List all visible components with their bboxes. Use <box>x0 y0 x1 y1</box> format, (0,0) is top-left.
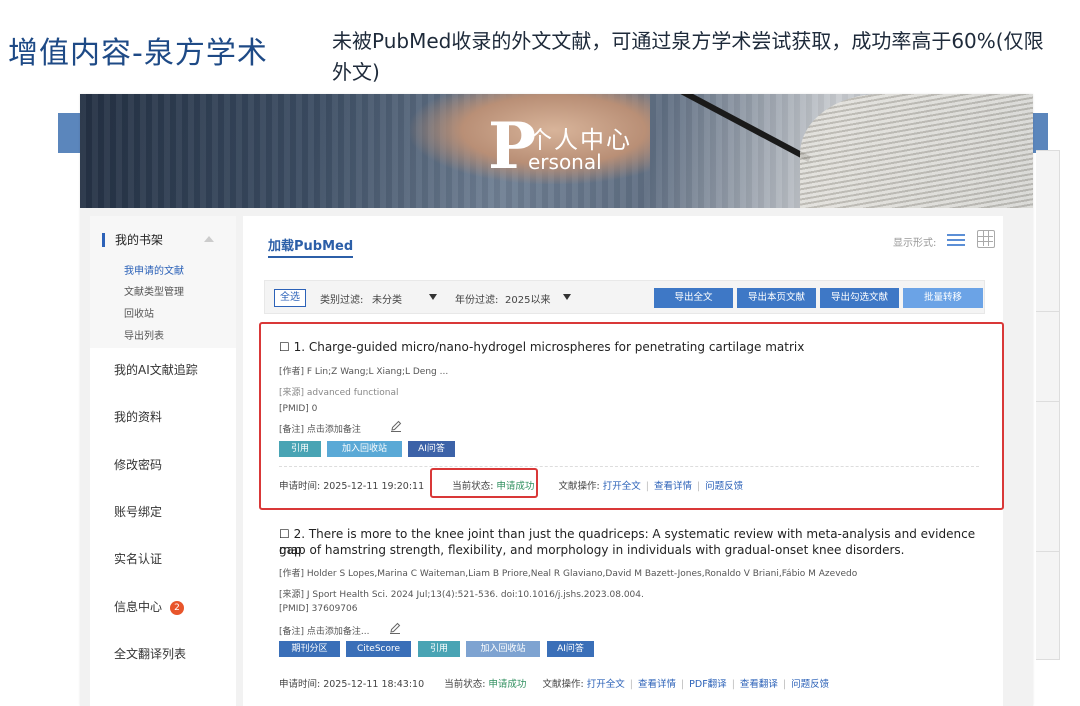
sidebar-item-verification[interactable]: 实名认证 <box>114 550 162 567</box>
year-filter-label: 年份过滤: <box>455 295 499 306</box>
sidebar-item-profile[interactable]: 我的资料 <box>114 408 162 425</box>
chevron-down-icon[interactable] <box>429 294 437 300</box>
record-authors: [作者] Holder S Lopes,Marina C Waiteman,Li… <box>279 569 858 579</box>
banner-subtitle: ersonal <box>528 150 602 174</box>
ai-qa-button[interactable]: AI问答 <box>547 641 594 657</box>
filter-bar: 全选 类别过滤: 未分类 年份过滤: 2025以来 导出全文 导出本页文献 导出… <box>264 280 985 314</box>
collapse-caret-icon[interactable] <box>204 236 214 242</box>
slide-title: 增值内容-泉方学术 <box>8 36 268 71</box>
sidebar-group-bookshelf: 我的书架 我申请的文献 文献类型管理 回收站 导出列表 <box>90 216 236 348</box>
grid-view-icon[interactable] <box>977 230 995 248</box>
sidebar-group-head[interactable]: 我的书架 <box>102 233 163 247</box>
list-view-icon[interactable] <box>947 232 965 248</box>
sidebar-item-translations[interactable]: 全文翻译列表 <box>114 645 186 662</box>
unread-badge: 2 <box>170 601 185 615</box>
pdf-translate-link[interactable]: PDF翻译 <box>689 679 727 690</box>
book-photo <box>800 94 1033 208</box>
personal-center-banner: P 个人中心 ersonal <box>80 94 1033 208</box>
feedback-link[interactable]: 问题反馈 <box>791 679 829 690</box>
sidebar-sub-my-requests[interactable]: 我申请的文献 <box>124 262 184 277</box>
apply-time: 申请时间: 2025-12-11 18:43:10 <box>279 679 425 690</box>
background-side-panel <box>1036 150 1060 660</box>
batch-transfer-button[interactable]: 批量转移 <box>903 288 983 308</box>
year-filter-value[interactable]: 2025以来 <box>505 291 550 306</box>
record-source: [来源] J Sport Health Sci. 2024 Jul;13(4):… <box>279 590 644 600</box>
sidebar: 我的书架 我申请的文献 文献类型管理 回收站 导出列表 我的AI文献追踪 我的资… <box>90 216 236 706</box>
sidebar-item-messages[interactable]: 信息中心 2 <box>114 598 185 615</box>
sidebar-sub-recycle-bin[interactable]: 回收站 <box>124 305 154 320</box>
sidebar-sub-export-list[interactable]: 导出列表 <box>124 327 164 342</box>
record-pmid: [PMID] 37609706 <box>279 604 358 614</box>
status-badge: 申请成功 <box>488 679 527 690</box>
journal-ranking-button[interactable]: 期刊分区 <box>279 641 340 657</box>
pencil-icon[interactable] <box>389 622 401 634</box>
sidebar-sub-type-manage[interactable]: 文献类型管理 <box>124 283 184 298</box>
sidebar-item-ai-tracking[interactable]: 我的AI文献追踪 <box>114 361 198 378</box>
sidebar-item-account-binding[interactable]: 账号绑定 <box>114 503 162 520</box>
record-footer: 申请时间: 2025-12-11 18:43:10 当前状态: 申请成功 文献操… <box>279 679 830 690</box>
cite-button[interactable]: 引用 <box>418 641 460 657</box>
select-all-button[interactable]: 全选 <box>274 289 306 307</box>
page-title[interactable]: 加载PubMed <box>268 235 354 258</box>
category-filter-label: 类别过滤: <box>320 295 364 306</box>
display-mode-label: 显示形式: <box>893 238 937 249</box>
record-title-line2[interactable]: map of hamstring strength, flexibility, … <box>279 542 905 558</box>
citescore-button[interactable]: CiteScore <box>346 641 411 657</box>
highlight-record-box <box>259 322 1004 510</box>
sidebar-item-messages-label: 信息中心 <box>114 600 163 614</box>
export-fulltext-button[interactable]: 导出全文 <box>654 288 733 308</box>
status-label: 当前状态: <box>444 679 486 690</box>
record-note[interactable]: [备注] 点击添加备注... <box>279 624 369 637</box>
highlight-status-box <box>430 468 538 498</box>
sidebar-item-password[interactable]: 修改密码 <box>114 456 162 473</box>
slide-description: 未被PubMed收录的外文文献，可通过泉方学术尝试获取，成功率高于60%(仅限外… <box>332 29 1044 84</box>
export-page-button[interactable]: 导出本页文献 <box>737 288 816 308</box>
add-to-recycle-button[interactable]: 加入回收站 <box>466 641 540 657</box>
record-card-2: ☐ 2. There is more to the knee joint tha… <box>264 514 995 706</box>
view-translation-link[interactable]: 查看翻译 <box>740 679 778 690</box>
chevron-down-icon[interactable] <box>563 294 571 300</box>
ops-label: 文献操作: <box>542 679 584 690</box>
open-fulltext-link[interactable]: 打开全文 <box>587 679 625 690</box>
category-filter-value[interactable]: 未分类 <box>372 291 402 306</box>
view-details-link[interactable]: 查看详情 <box>638 679 676 690</box>
export-selected-button[interactable]: 导出勾选文献 <box>820 288 899 308</box>
